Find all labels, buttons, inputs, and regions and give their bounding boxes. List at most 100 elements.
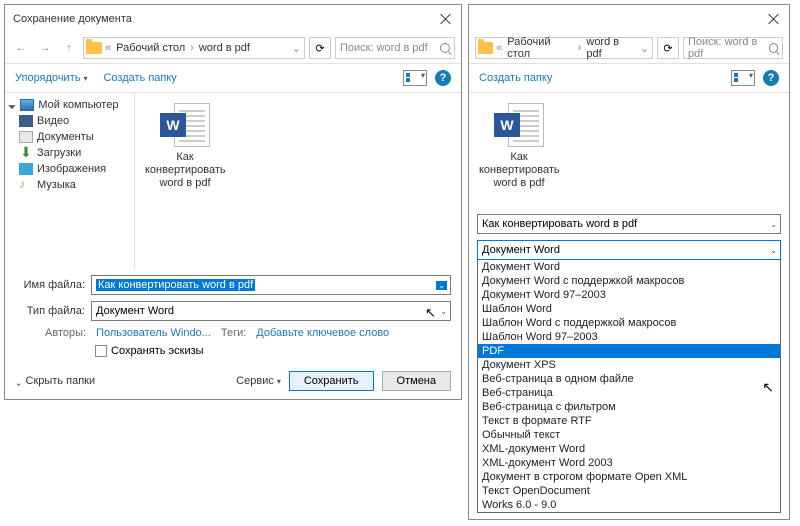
filetype-select[interactable]: Документ Word⌄ [91, 301, 451, 321]
filetype-option[interactable]: PDF [478, 344, 780, 358]
images-icon [19, 163, 33, 175]
filetype-option[interactable]: Веб-страница с фильтром [478, 400, 780, 414]
toolbar: Создать папку ? [469, 64, 789, 93]
filetype-option[interactable]: Документ в строгом формате Open XML [478, 470, 780, 484]
forward-button: → [35, 38, 55, 58]
filetype-option[interactable]: Шаблон Word 97–2003 [478, 330, 780, 344]
nav-tree: Мой компьютер Видео Документы ⬇Загрузки … [5, 93, 135, 269]
crumb-folder[interactable]: word в pdf [584, 36, 636, 60]
folder-icon [478, 42, 493, 54]
crumb-folder[interactable]: word в pdf [197, 42, 252, 54]
file-item[interactable]: W Как конвертировать word в pdf [479, 103, 559, 191]
filetype-option[interactable]: Текст OpenDocument [478, 484, 780, 498]
filetype-option[interactable]: Веб-страница [478, 386, 780, 400]
search-input[interactable]: Поиск: word в pdf [335, 37, 455, 59]
close-icon[interactable] [439, 12, 453, 26]
save-form: Как конвертировать word в pdf⌄ Документ … [469, 208, 789, 519]
view-mode-button[interactable] [403, 70, 427, 86]
chevron-down-icon[interactable]: ⌄ [440, 307, 447, 316]
chevron-down-icon[interactable]: ⌄ [291, 42, 302, 55]
documents-icon [19, 131, 33, 143]
crumb-prefix: « [104, 42, 112, 54]
filetype-option[interactable]: Обычный текст [478, 428, 780, 442]
word-document-icon: W [494, 103, 544, 147]
help-icon[interactable]: ? [763, 70, 779, 86]
thumbnails-label: Сохранять эскизы [111, 345, 204, 357]
filetype-option[interactable]: Шаблон Word с поддержкой макросов [478, 316, 780, 330]
dialog-body: W Как конвертировать word в pdf [469, 93, 789, 208]
crumb-desktop[interactable]: Рабочий стол [505, 36, 574, 60]
save-button[interactable]: Сохранить [289, 371, 374, 391]
video-icon [19, 115, 33, 127]
file-pane[interactable]: W Как конвертировать word в pdf [469, 93, 789, 208]
chevron-down-icon[interactable]: ⌄ [770, 246, 777, 255]
search-icon [440, 43, 450, 53]
organize-menu[interactable]: Упорядочить [15, 72, 87, 84]
new-folder-button[interactable]: Создать папку [103, 72, 176, 84]
music-icon: ♪ [19, 179, 33, 191]
nav-bar: « Рабочий стол › word в pdf ⌄ ⟳ Поиск: w… [469, 33, 789, 64]
filetype-option[interactable]: Документ Word с поддержкой макросов [478, 274, 780, 288]
filetype-option[interactable]: Документ Word [478, 260, 780, 274]
cancel-button[interactable]: Отмена [382, 371, 451, 391]
word-document-icon: W [160, 103, 210, 147]
filetype-option[interactable]: Документ XPS [478, 358, 780, 372]
file-item[interactable]: W Как конвертировать word в pdf [145, 103, 225, 191]
breadcrumb[interactable]: « Рабочий стол › word в pdf ⌄ [475, 37, 653, 59]
file-pane[interactable]: W Как конвертировать word в pdf [135, 93, 461, 269]
tree-documents[interactable]: Документы [5, 129, 134, 145]
search-placeholder: Поиск: word в pdf [688, 36, 769, 60]
filetype-dropdown[interactable]: Документ WordДокумент Word с поддержкой … [477, 260, 781, 513]
save-dialog-left: Сохранение документа ← → ↑ « Рабочий сто… [4, 4, 462, 400]
filetype-option[interactable]: Документ Word 97–2003 [478, 288, 780, 302]
chevron-down-icon[interactable]: ⌄ [639, 42, 650, 55]
help-icon[interactable]: ? [435, 70, 451, 86]
close-icon[interactable] [767, 12, 781, 26]
chevron-down-icon[interactable]: ⌄ [436, 281, 447, 290]
window-title: Сохранение документа [13, 13, 439, 25]
service-menu[interactable]: Сервис [236, 375, 281, 387]
tree-my-computer[interactable]: Мой компьютер [5, 97, 134, 113]
chevron-down-icon[interactable]: ⌄ [770, 220, 777, 229]
filename-input[interactable]: Как конвертировать word в pdf⌄ [477, 214, 781, 234]
filetype-option[interactable]: Works 6.0 - 9.0 [478, 498, 780, 512]
filetype-option[interactable]: XML-документ Word [478, 442, 780, 456]
authors-label: Авторы: [45, 327, 86, 339]
chevron-right-icon: › [577, 42, 583, 54]
save-dialog-right: « Рабочий стол › word в pdf ⌄ ⟳ Поиск: w… [468, 4, 790, 520]
nav-bar: ← → ↑ « Рабочий стол › word в pdf ⌄ ⟳ По… [5, 33, 461, 64]
back-button[interactable]: ← [11, 38, 31, 58]
download-icon: ⬇ [19, 147, 33, 159]
up-button[interactable]: ↑ [59, 38, 79, 58]
dialog-body: Мой компьютер Видео Документы ⬇Загрузки … [5, 93, 461, 269]
computer-icon [20, 99, 34, 111]
filetype-option[interactable]: Шаблон Word [478, 302, 780, 316]
tree-music[interactable]: ♪Музыка [5, 177, 134, 193]
breadcrumb[interactable]: « Рабочий стол › word в pdf ⌄ [83, 37, 305, 59]
refresh-button[interactable]: ⟳ [309, 37, 331, 59]
filename-label: Имя файла: [15, 279, 85, 291]
filetype-option[interactable]: Текст в формате RTF [478, 414, 780, 428]
filename-input[interactable]: Как конвертировать word в pdf⌄ [91, 275, 451, 295]
thumbnails-checkbox[interactable] [95, 345, 107, 357]
tree-downloads[interactable]: ⬇Загрузки [5, 145, 134, 161]
authors-value[interactable]: Пользователь Windo... [96, 327, 211, 339]
filetype-select[interactable]: Документ Word⌄ [477, 240, 781, 260]
filetype-option[interactable]: XML-документ Word 2003 [478, 456, 780, 470]
filetype-label: Тип файла: [15, 305, 85, 317]
tree-video[interactable]: Видео [5, 113, 134, 129]
view-mode-button[interactable] [731, 70, 755, 86]
toolbar: Упорядочить Создать папку ? [5, 64, 461, 93]
new-folder-button[interactable]: Создать папку [479, 72, 552, 84]
crumb-desktop[interactable]: Рабочий стол [114, 42, 187, 54]
tags-value[interactable]: Добавьте ключевое слово [256, 327, 389, 339]
refresh-button[interactable]: ⟳ [657, 37, 679, 59]
search-input[interactable]: Поиск: word в pdf [683, 37, 783, 59]
hide-folders-toggle[interactable]: Скрыть папки [15, 375, 95, 387]
file-label: Как конвертировать word в pdf [479, 151, 559, 191]
folder-icon [86, 42, 102, 54]
footer: Скрыть папки Сервис Сохранить Отмена [5, 363, 461, 399]
tags-label: Теги: [221, 327, 246, 339]
tree-images[interactable]: Изображения [5, 161, 134, 177]
filetype-option[interactable]: Веб-страница в одном файле [478, 372, 780, 386]
